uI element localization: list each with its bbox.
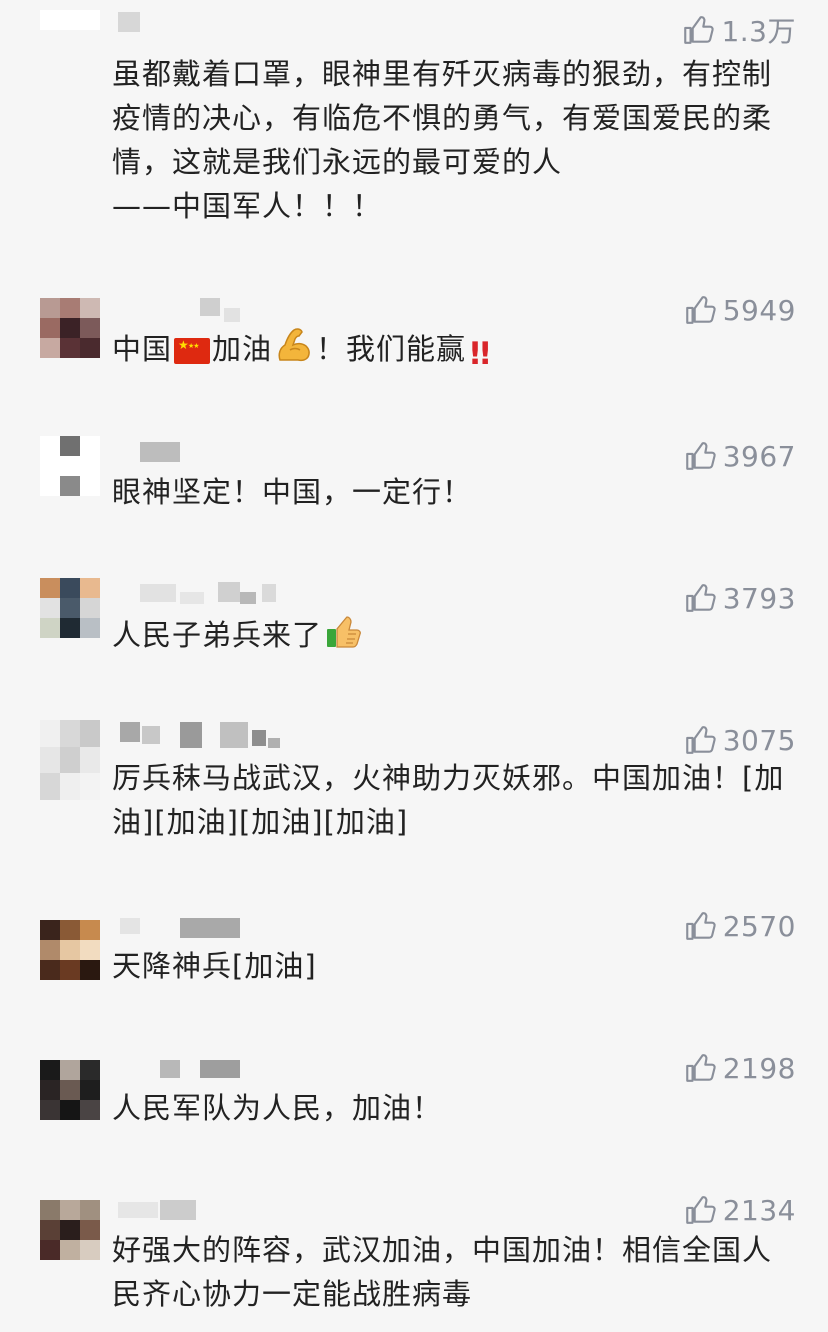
comment-text: 人民子弟兵来了 (112, 612, 792, 662)
thumbs-up-outline-icon (683, 1051, 717, 1085)
like-button[interactable]: 5949 (683, 290, 796, 330)
like-count: 3967 (722, 439, 796, 473)
like-count: 2198 (722, 1051, 796, 1085)
username-blurred[interactable] (112, 298, 312, 324)
comment-text: 人民军队为人民，加油！ (112, 1091, 443, 1125)
thumbs-up-outline-icon (683, 909, 717, 943)
avatar[interactable] (40, 298, 100, 358)
like-button[interactable]: 1.3万 (681, 10, 796, 50)
username-blurred[interactable] (112, 1048, 312, 1078)
thumbs-up-outline-icon (683, 439, 717, 473)
like-button[interactable]: 2198 (683, 1048, 796, 1088)
text-segment: ！我们能赢 (316, 332, 467, 366)
like-count: 1.3万 (721, 15, 796, 48)
username-blurred[interactable] (112, 578, 312, 604)
comment-text: 厉兵秣马战武汉，火神助力灭妖邪。中国加油！[加油][加油][加油][加油] (112, 761, 785, 839)
like-count: 3075 (722, 723, 796, 757)
thumbs-up-emoji (324, 612, 364, 662)
double-exclamation-emoji: !! (468, 336, 492, 372)
thumbs-up-outline-icon (681, 13, 715, 47)
thumbs-up-outline-icon (683, 723, 717, 757)
like-count: 3793 (722, 581, 796, 615)
avatar[interactable] (40, 578, 100, 638)
like-count: 2570 (722, 909, 796, 943)
avatar[interactable] (40, 10, 100, 70)
text-segment: 加油 (212, 332, 273, 366)
avatar[interactable] (40, 720, 100, 800)
username-blurred[interactable] (112, 720, 312, 748)
thumbs-up-outline-icon (683, 581, 717, 615)
avatar[interactable] (40, 1200, 100, 1260)
comment-feed: 1.3万 虽都戴着口罩，眼神里有歼灭病毒的狠劲，有控制疫情的决心，有临危不惧的勇… (0, 0, 828, 1332)
comment-text: 中国 加油 ！我们能赢!! (112, 326, 792, 376)
avatar[interactable] (40, 436, 100, 496)
comment-text: 眼神坚定！中国，一定行！ (112, 475, 473, 509)
like-count: 5949 (722, 293, 796, 327)
username-blurred[interactable] (112, 436, 312, 462)
like-count: 2134 (722, 1193, 796, 1227)
like-button[interactable]: 2134 (683, 1190, 796, 1230)
thumbs-up-outline-icon (683, 293, 717, 327)
flexed-biceps-emoji (274, 326, 314, 376)
like-button[interactable]: 3075 (683, 720, 796, 760)
avatar[interactable] (40, 1060, 100, 1120)
text-segment: 人民子弟兵来了 (112, 618, 323, 652)
flag-china-emoji (174, 338, 211, 364)
comment-text: 天降神兵[加油] (112, 949, 317, 983)
avatar[interactable] (40, 920, 100, 980)
thumbs-up-outline-icon (683, 1193, 717, 1227)
like-button[interactable]: 2570 (683, 906, 796, 946)
comment-text: 虽都戴着口罩，眼神里有歼灭病毒的狠劲，有控制疫情的决心，有临危不惧的勇气，有爱国… (112, 57, 773, 223)
comment-text: 好强大的阵容，武汉加油，中国加油！相信全国人民齐心协力一定能战胜病毒 (112, 1233, 773, 1311)
username-blurred[interactable] (112, 10, 312, 36)
username-blurred[interactable] (112, 906, 312, 938)
text-segment: 中国 (112, 332, 173, 366)
username-blurred[interactable] (112, 1190, 312, 1220)
